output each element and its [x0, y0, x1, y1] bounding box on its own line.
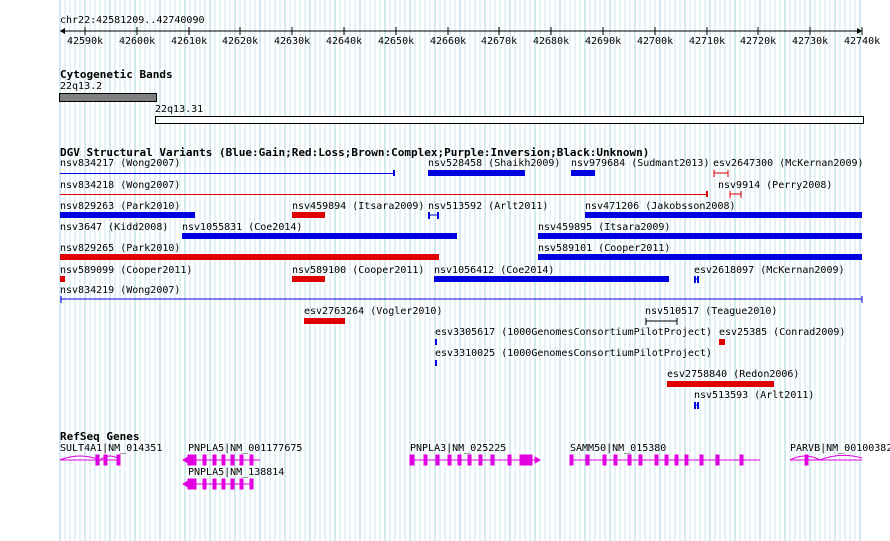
- ruler-tick-label: 42620k: [222, 36, 259, 47]
- gene-label: SAMM50|NM_015380: [570, 443, 667, 454]
- ruler-tick-label: 42740k: [844, 36, 881, 47]
- variant-label: esv2647300 (McKernan2009): [713, 158, 864, 169]
- variant-label: nsv3647 (Kidd2008): [60, 222, 169, 233]
- variant-label: nsv459895 (Itsara2009): [538, 222, 671, 233]
- variant-label: nsv589099 (Cooper2011): [60, 265, 193, 276]
- variant-label: nsv979684 (Sudmant2013): [571, 158, 710, 169]
- variant-label: esv3305617 (1000GenomesConsortiumPilotPr…: [435, 327, 712, 338]
- ruler-tick-label: 42700k: [637, 36, 674, 47]
- gene-model-pnpla3: [409, 454, 541, 466]
- variant-label: nsv459894 (Itsara2009): [292, 201, 425, 212]
- ruler-tick-label: 42670k: [481, 36, 518, 47]
- variant-label: nsv829265 (Park2010): [60, 243, 181, 254]
- variant-label: nsv471206 (Jakobsson2008): [585, 201, 736, 212]
- position-label: chr22:42581209..42740090: [60, 15, 205, 26]
- variant-label: esv25385 (Conrad2009): [719, 327, 846, 338]
- variant-label: nsv589101 (Cooper2011): [538, 243, 671, 254]
- gene-model-sult4a1: [59, 454, 121, 466]
- gene-model-samm50: [569, 454, 760, 466]
- ruler-tick-label: 42610k: [171, 36, 208, 47]
- ruler-tick-label: 42650k: [378, 36, 415, 47]
- gene-label: PNPLA3|NM_025225: [410, 443, 507, 454]
- band-label-22q13-2: 22q13.2: [60, 81, 103, 92]
- ruler-tick-label: 42640k: [326, 36, 363, 47]
- cytobands-title: Cytogenetic Bands: [60, 68, 173, 81]
- variant-label: nsv589100 (Cooper2011): [292, 265, 425, 276]
- variant-label: nsv834219 (Wong2007): [60, 285, 181, 296]
- ruler-tick-label: 42680k: [533, 36, 570, 47]
- variant-label: esv2758840 (Redon2006): [667, 369, 800, 380]
- variant-label: nsv528458 (Shaikh2009): [428, 158, 561, 169]
- ruler-tick-label: 42660k: [430, 36, 467, 47]
- variant-label: nsv834218 (Wong2007): [60, 180, 181, 191]
- variant-label: nsv834217 (Wong2007): [60, 158, 181, 169]
- gene-model-parvb: [789, 454, 863, 466]
- variant-label: nsv9914 (Perry2008): [718, 180, 833, 191]
- gene-label: PARVB|NM_00100382: [790, 443, 890, 454]
- gene-model-pnpla5-b: [182, 478, 254, 490]
- ruler-tick-label: 42720k: [740, 36, 777, 47]
- ruler-tick-label: 42690k: [585, 36, 622, 47]
- gene-model-pnpla5-a: [182, 454, 260, 466]
- gene-label: PNPLA5|NM_001177675: [188, 443, 303, 454]
- gene-label: PNPLA5|NM_138814: [188, 467, 285, 478]
- ruler-tick-label: 42630k: [274, 36, 311, 47]
- ruler-tick-label: 42730k: [792, 36, 829, 47]
- variant-label: esv3310025 (1000GenomesConsortiumPilotPr…: [435, 348, 712, 359]
- gene-label: SULT4A1|NM_014351: [60, 443, 163, 454]
- refseq-title: RefSeq Genes: [60, 430, 140, 443]
- ruler-tick-label: 42600k: [119, 36, 156, 47]
- variant-label: nsv829263 (Park2010): [60, 201, 181, 212]
- band-label-22q13-31: 22q13.31: [155, 104, 204, 115]
- variant-label: nsv513592 (Arlt2011): [428, 201, 549, 212]
- variant-label: nsv510517 (Teague2010): [645, 306, 778, 317]
- ruler-tick-label: 42710k: [689, 36, 726, 47]
- variant-label: nsv513593 (Arlt2011): [694, 390, 815, 401]
- variant-label: nsv1056412 (Coe2014): [434, 265, 555, 276]
- variant-label: esv2763264 (Vogler2010): [304, 306, 443, 317]
- ruler-tick-label: 42590k: [67, 36, 104, 47]
- variant-label: nsv1055831 (Coe2014): [182, 222, 303, 233]
- variant-label: esv2618097 (McKernan2009): [694, 265, 845, 276]
